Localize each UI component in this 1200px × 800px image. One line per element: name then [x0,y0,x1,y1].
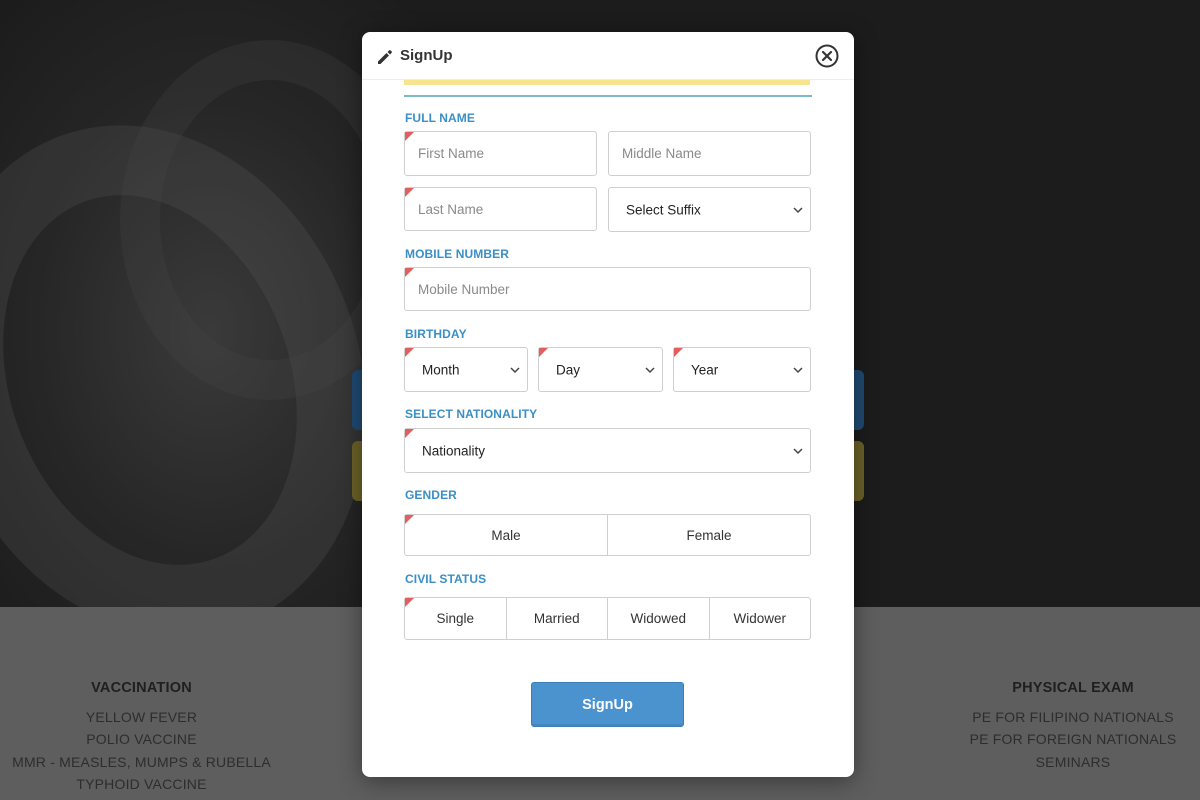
year-select[interactable]: Year [673,347,811,392]
gender-option-female[interactable]: Female [608,515,810,555]
middle-name-field[interactable] [608,131,811,176]
gender-toggle: Male Female [404,514,811,556]
footer-link: TYPHOID VACCINE [76,776,207,793]
chevron-down-icon [793,206,803,213]
civil-status-option-married[interactable]: Married [507,598,608,639]
nationality-label: SELECT NATIONALITY [405,407,538,421]
first-name-field[interactable] [404,131,597,176]
footer-link: PE FOR FILIPINO NATIONALS [972,708,1174,725]
modal-title: SignUp [400,47,453,64]
chevron-down-icon [645,366,655,373]
footer-heading: VACCINATION [91,680,192,696]
day-select-value: Day [556,362,581,377]
middle-name-input[interactable] [609,132,810,175]
mobile-number-input[interactable] [405,268,810,310]
required-marker [405,188,414,197]
mobile-number-label: MOBILE NUMBER [405,247,509,261]
required-marker [539,348,548,357]
required-marker [405,515,414,524]
required-marker [405,598,414,607]
signup-modal: SignUp FULL NAME Select Suffix MOBILE NU… [362,32,854,777]
footer-link: MMR - MEASLES, MUMPS & RUBELLA [12,753,271,770]
pencil-icon [378,50,392,64]
footer-link: SEMINARS [1035,753,1111,770]
first-name-input[interactable] [405,132,596,175]
suffix-select[interactable]: Select Suffix [608,187,811,232]
gender-option-male[interactable]: Male [405,515,608,555]
last-name-field[interactable] [404,187,597,231]
footer-heading: PHYSICAL EXAM [1012,680,1134,696]
last-name-input[interactable] [405,188,596,230]
modal-header: SignUp [362,32,854,80]
mobile-number-field[interactable] [404,267,811,311]
required-marker [674,348,683,357]
chevron-down-icon [793,447,803,454]
nationality-select-value: Nationality [422,443,486,458]
full-name-label: FULL NAME [405,111,476,125]
chevron-down-icon [510,366,520,373]
birthday-label: BIRTHDAY [405,327,467,341]
month-select[interactable]: Month [404,347,528,392]
notice-bar [404,80,810,85]
civil-status-label: CIVIL STATUS [405,572,487,586]
signup-button[interactable]: SignUp [531,682,684,727]
gender-label: GENDER [405,488,457,502]
footer-link: YELLOW FEVER [85,708,198,725]
required-marker [405,348,414,357]
required-marker [405,268,414,277]
divider [404,95,812,97]
suffix-select-value: Select Suffix [626,202,701,217]
footer-link: POLIO VACCINE [86,731,197,748]
required-marker [405,132,414,141]
civil-status-option-widowed[interactable]: Widowed [608,598,710,639]
year-select-value: Year [691,362,719,377]
chevron-down-icon [793,366,803,373]
footer-column-vaccination: VACCINATION YELLOW FEVER POLIO VACCINE M… [0,677,283,796]
civil-status-toggle: Single Married Widowed Widower [404,597,811,640]
footer-column-physical-exam: PHYSICAL EXAM PE FOR FILIPINO NATIONALS … [946,677,1200,773]
footer-link: PE FOR FOREIGN NATIONALS [969,731,1177,748]
civil-status-option-single[interactable]: Single [405,598,507,639]
close-icon[interactable] [814,43,840,69]
civil-status-option-widower[interactable]: Widower [710,598,811,639]
nationality-select[interactable]: Nationality [404,428,811,473]
month-select-value: Month [422,362,460,377]
required-marker [405,429,414,438]
day-select[interactable]: Day [538,347,663,392]
